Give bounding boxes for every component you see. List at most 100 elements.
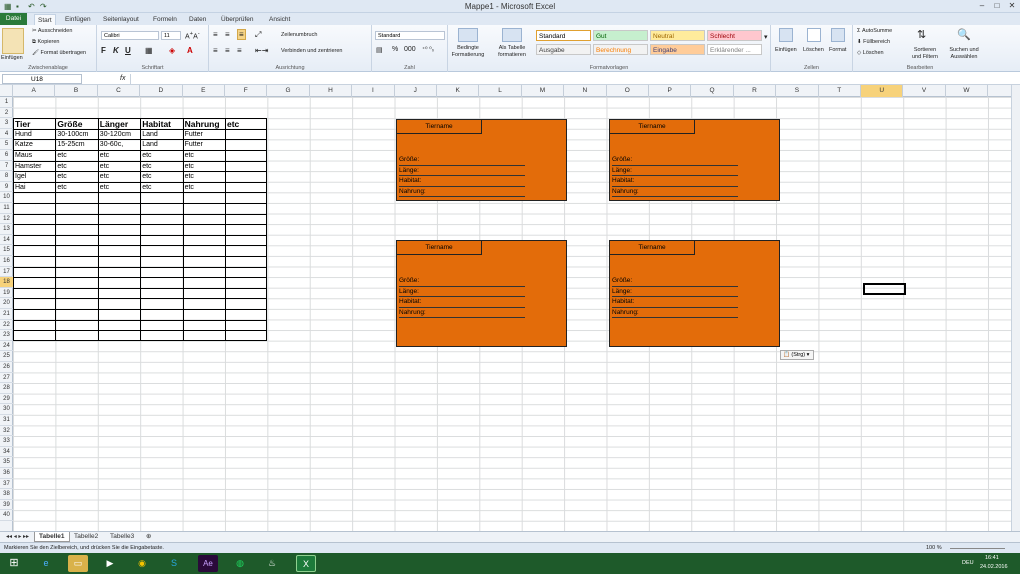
row-header-36[interactable]: 36 — [0, 468, 13, 479]
align-right-icon[interactable]: ≡ — [237, 46, 242, 55]
card-field-label[interactable]: Habitat: — [399, 176, 525, 187]
table-cell[interactable]: etc — [140, 172, 182, 183]
zoom-slider[interactable] — [950, 548, 1005, 549]
thousands-icon[interactable]: 000 — [404, 46, 416, 53]
column-header-M[interactable]: M — [522, 85, 565, 97]
find-select-icon[interactable]: 🔍 — [957, 28, 971, 41]
column-header-L[interactable]: L — [479, 85, 522, 97]
column-header-F[interactable]: F — [225, 85, 268, 97]
card-title[interactable]: Tiername — [397, 120, 482, 134]
sheet-nav-icon[interactable]: ◂◂ ◂ ▸ ▸▸ — [2, 532, 33, 542]
table-header-cell[interactable]: Nahrung — [183, 119, 225, 130]
conditional-format-button[interactable]: Bedingte Formatierung — [450, 45, 486, 58]
row-header-16[interactable]: 16 — [0, 256, 13, 267]
table-cell[interactable]: etc — [140, 151, 182, 162]
table-cell[interactable] — [225, 172, 267, 183]
table-cell[interactable] — [225, 183, 267, 194]
formula-input[interactable] — [130, 74, 1010, 84]
selected-cell[interactable] — [863, 283, 906, 295]
row-header-4[interactable]: 4 — [0, 129, 13, 140]
row-header-39[interactable]: 39 — [0, 500, 13, 511]
style-2[interactable]: Neutral — [650, 30, 705, 41]
ribbon-tab-0[interactable]: Datei — [0, 13, 27, 25]
font-size-dropdown[interactable]: 11 — [161, 31, 181, 40]
italic-icon[interactable]: K — [113, 46, 119, 55]
cut-button[interactable]: ✂ Ausschneiden — [32, 28, 72, 34]
paste-options-button[interactable]: 📋 (Strg) ▾ — [780, 350, 814, 360]
row-header-28[interactable]: 28 — [0, 383, 13, 394]
row-header-33[interactable]: 33 — [0, 436, 13, 447]
table-cell[interactable]: etc — [183, 183, 225, 194]
style-3[interactable]: Schlecht — [707, 30, 762, 41]
row-header-11[interactable]: 11 — [0, 203, 13, 214]
row-header-2[interactable]: 2 — [0, 108, 13, 119]
table-cell[interactable]: Igel — [13, 172, 55, 183]
card-field-label[interactable]: Habitat: — [612, 297, 738, 308]
format-painter-button[interactable]: 🖌 Format übertragen — [32, 50, 86, 56]
ribbon-tab-7[interactable]: Ansicht — [266, 14, 293, 25]
table-cell[interactable]: 30-60c, — [98, 140, 140, 151]
indent-icon[interactable]: ⇤⇥ — [255, 46, 268, 55]
align-bottom-icon[interactable]: ≡ — [237, 29, 246, 40]
row-header-21[interactable]: 21 — [0, 309, 13, 320]
column-header-N[interactable]: N — [564, 85, 607, 97]
row-header-15[interactable]: 15 — [0, 245, 13, 256]
sort-filter-icon[interactable]: ⇅ — [917, 28, 926, 41]
chrome-icon[interactable]: ◉ — [132, 555, 152, 572]
column-header-Q[interactable]: Q — [691, 85, 734, 97]
card-title[interactable]: Tiername — [610, 241, 695, 255]
column-header-O[interactable]: O — [607, 85, 649, 97]
table-cell[interactable]: etc — [183, 162, 225, 173]
column-header-W[interactable]: W — [946, 85, 989, 97]
align-left-icon[interactable]: ≡ — [213, 46, 218, 55]
card-field-label[interactable]: Nahrung: — [399, 308, 525, 319]
row-header-14[interactable]: 14 — [0, 235, 13, 246]
card-field-label[interactable]: Länge: — [399, 287, 525, 298]
new-sheet-icon[interactable]: ⊕ — [142, 532, 155, 542]
column-header-V[interactable]: V — [903, 85, 946, 97]
ribbon-tab-2[interactable]: Einfügen — [62, 14, 94, 25]
card-field-label[interactable]: Nahrung: — [612, 187, 738, 198]
table-header-cell[interactable]: Größe — [55, 119, 97, 130]
styles-more-icon[interactable]: ▾ — [764, 33, 768, 41]
sort-filter-button[interactable]: Sortieren und Filtern — [909, 47, 941, 60]
column-header-A[interactable]: A — [13, 85, 56, 97]
table-cell[interactable] — [225, 130, 267, 141]
align-center-icon[interactable]: ≡ — [225, 46, 230, 55]
row-header-24[interactable]: 24 — [0, 341, 13, 352]
ribbon-tab-4[interactable]: Formeln — [150, 14, 180, 25]
ribbon-tab-3[interactable]: Seitenlayout — [100, 14, 142, 25]
column-header-D[interactable]: D — [140, 85, 183, 97]
format-cells-icon[interactable] — [831, 28, 845, 42]
column-header-U[interactable]: U — [861, 85, 904, 97]
style-0[interactable]: Standard — [536, 30, 591, 41]
merge-center-button[interactable]: Verbinden und zentrieren — [281, 48, 342, 54]
style-4[interactable]: Ausgabe — [536, 44, 591, 55]
row-header-10[interactable]: 10 — [0, 192, 13, 203]
style-7[interactable]: Erklärender ... — [707, 44, 762, 55]
decimal-icon[interactable]: ⁺⁰ ⁰₀ — [422, 46, 434, 53]
table-cell[interactable] — [225, 140, 267, 151]
column-header-K[interactable]: K — [437, 85, 480, 97]
card-field-label[interactable]: Länge: — [612, 287, 738, 298]
close-icon[interactable]: ✕ — [1005, 0, 1019, 12]
paste-button[interactable]: Einfügen — [1, 55, 23, 61]
column-header-E[interactable]: E — [183, 85, 225, 97]
column-header-G[interactable]: G — [267, 85, 310, 97]
after-effects-icon[interactable]: Ae — [198, 555, 218, 572]
sheet-tab-3[interactable]: Tabelle3 — [106, 532, 138, 542]
ribbon-tab-6[interactable]: Überprüfen — [218, 14, 257, 25]
orientation-icon[interactable]: ⤢ — [255, 30, 261, 40]
row-header-5[interactable]: 5 — [0, 139, 13, 150]
language-indicator[interactable]: DEU — [962, 560, 974, 566]
number-format-dropdown[interactable]: Standard — [375, 31, 445, 40]
border-icon[interactable]: ▦ — [145, 46, 153, 55]
card-title[interactable]: Tiername — [397, 241, 482, 255]
table-cell[interactable]: Hamster — [13, 162, 55, 173]
row-header-19[interactable]: 19 — [0, 288, 13, 299]
grow-font-icon[interactable]: A+A- — [185, 31, 200, 40]
column-header-J[interactable]: J — [395, 85, 437, 97]
minimize-icon[interactable]: – — [975, 0, 989, 12]
percent-icon[interactable]: % — [392, 46, 398, 53]
row-header-9[interactable]: 9 — [0, 182, 13, 193]
